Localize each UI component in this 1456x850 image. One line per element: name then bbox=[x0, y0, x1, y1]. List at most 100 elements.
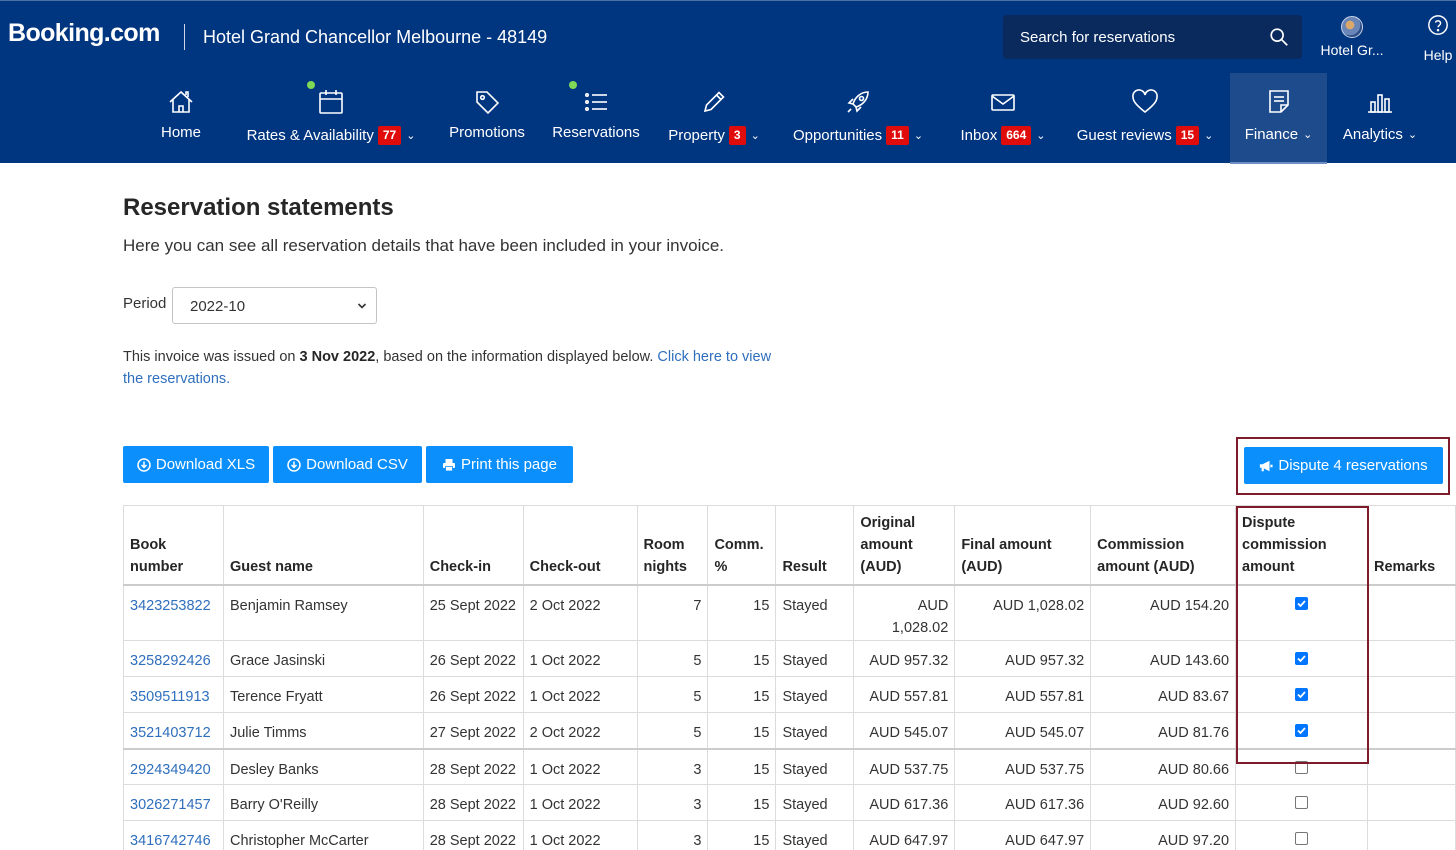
print-button[interactable]: Print this page bbox=[426, 446, 573, 483]
col-original-amount[interactable]: Original amount (AUD) bbox=[853, 505, 956, 585]
nav-property-label: Property bbox=[668, 127, 725, 144]
room-nights: 3 bbox=[636, 784, 709, 821]
account-label: Hotel Gr... bbox=[1320, 42, 1384, 58]
search-icon[interactable] bbox=[1268, 26, 1290, 48]
room-nights: 5 bbox=[636, 712, 709, 749]
nav-analytics[interactable]: Analytics ⌄ bbox=[1336, 73, 1424, 164]
dispute-checkbox[interactable] bbox=[1295, 796, 1308, 809]
guest-name: Benjamin Ramsey bbox=[222, 584, 424, 641]
nav-inbox[interactable]: Inbox 664 ⌄ bbox=[950, 73, 1056, 164]
invoice-info: This invoice was issued on 3 Nov 2022, b… bbox=[123, 346, 773, 390]
table-row: 3258292426 Grace Jasinski 26 Sept 2022 1 Oc… bbox=[123, 640, 1456, 677]
dispute-reservations-button[interactable]: Dispute 4 reservations bbox=[1244, 447, 1443, 484]
dispute-cell bbox=[1235, 584, 1368, 641]
dispute-cell bbox=[1235, 712, 1368, 749]
check-out-date: 1 Oct 2022 bbox=[522, 640, 638, 677]
heart-icon bbox=[1132, 89, 1158, 114]
final-amount: AUD 537.75 bbox=[954, 747, 1092, 785]
nav-promotions[interactable]: Promotions bbox=[442, 73, 532, 164]
nav-guest-reviews[interactable]: Guest reviews 15 ⌄ bbox=[1070, 73, 1220, 164]
original-amount: AUD 545.07 bbox=[853, 712, 956, 749]
dispute-checkbox[interactable] bbox=[1295, 596, 1308, 610]
nav-finance[interactable]: Finance ⌄ bbox=[1230, 73, 1327, 164]
book-number-link[interactable]: 3258292426 bbox=[123, 640, 224, 677]
col-commission-amount[interactable]: Commission amount (AUD) bbox=[1090, 505, 1237, 585]
book-number-link[interactable]: 3026271457 bbox=[123, 784, 224, 821]
col-book-number[interactable]: Book number bbox=[123, 505, 224, 585]
envelope-icon bbox=[991, 94, 1015, 111]
booking-logo[interactable]: Booking.com bbox=[8, 19, 160, 48]
book-number-link[interactable]: 3423253822 bbox=[123, 584, 224, 641]
remarks-cell bbox=[1366, 640, 1456, 677]
download-csv-button[interactable]: Download CSV bbox=[273, 446, 422, 483]
account-menu[interactable]: Hotel Gr... bbox=[1312, 11, 1392, 66]
nav-home[interactable]: Home bbox=[150, 73, 212, 164]
book-number-link[interactable]: 3509511913 bbox=[123, 676, 224, 713]
col-guest-name[interactable]: Guest name bbox=[222, 505, 424, 585]
remarks-cell bbox=[1366, 820, 1456, 850]
commission-amount: AUD 81.76 bbox=[1090, 712, 1237, 749]
tag-icon bbox=[476, 91, 500, 115]
document-icon bbox=[1268, 90, 1289, 113]
original-amount: AUD 647.97 bbox=[853, 820, 956, 850]
page-description: Here you can see all reservation details… bbox=[123, 236, 725, 255]
nav-reviews-label: Guest reviews bbox=[1076, 127, 1172, 144]
book-number-link[interactable]: 3521403712 bbox=[123, 712, 224, 749]
nav-opportunities[interactable]: Opportunities 11 ⌄ bbox=[784, 73, 932, 164]
dispute-checkbox[interactable] bbox=[1295, 724, 1308, 737]
dispute-checkbox[interactable] bbox=[1295, 652, 1308, 665]
nav-home-label: Home bbox=[160, 124, 201, 141]
dispute-checkbox[interactable] bbox=[1295, 688, 1308, 701]
guest-name: Barry O'Reilly bbox=[222, 784, 424, 821]
dispute-checkbox[interactable] bbox=[1295, 832, 1308, 845]
table-row: 3026271457 Barry O'Reilly 28 Sept 2022 1 Oc… bbox=[123, 784, 1456, 821]
help-button[interactable]: Help bbox=[1416, 11, 1456, 63]
final-amount: AUD 545.07 bbox=[954, 712, 1092, 749]
nav-rates-availability[interactable]: Rates & Availability 77 ⌄ bbox=[236, 73, 426, 164]
commission-percent: 15 bbox=[707, 784, 777, 821]
search-reservations-input[interactable]: Search for reservations bbox=[1003, 15, 1302, 59]
chevron-down-icon: ⌄ bbox=[1204, 130, 1214, 142]
table-row: 3521403712 Julie Timms 27 Sept 2022 2 Oct 2… bbox=[123, 712, 1456, 749]
notification-dot bbox=[569, 81, 577, 89]
room-nights: 3 bbox=[636, 747, 709, 785]
result: Stayed bbox=[775, 712, 855, 749]
commission-amount: AUD 92.60 bbox=[1090, 784, 1237, 821]
nav-analytics-label: Analytics bbox=[1342, 126, 1403, 143]
room-nights: 7 bbox=[636, 584, 709, 641]
hotel-name: Hotel Grand Chancellor Melbourne - 48149 bbox=[203, 27, 548, 47]
download-xls-button[interactable]: Download XLS bbox=[123, 446, 269, 483]
nav-reservations[interactable]: Reservations bbox=[548, 73, 644, 164]
check-out-date: 1 Oct 2022 bbox=[522, 676, 638, 713]
nav-rates-label: Rates & Availability bbox=[246, 127, 374, 144]
check-out-date: 2 Oct 2022 bbox=[522, 584, 638, 641]
download-xls-label: Download XLS bbox=[155, 456, 256, 473]
col-check-out[interactable]: Check-out bbox=[522, 505, 638, 585]
search-placeholder: Search for reservations bbox=[1020, 29, 1176, 46]
col-room-nights[interactable]: Room nights bbox=[636, 505, 709, 585]
chevron-down-icon: ⌄ bbox=[750, 130, 760, 142]
book-number-link[interactable]: 3416742746 bbox=[123, 820, 224, 850]
original-amount: AUD 957.32 bbox=[853, 640, 956, 677]
commission-percent: 15 bbox=[707, 584, 777, 641]
help-label: Help bbox=[1423, 47, 1453, 63]
calendar-icon bbox=[319, 90, 343, 114]
period-select[interactable]: 2022-10 bbox=[172, 287, 377, 324]
commission-amount: AUD 154.20 bbox=[1090, 584, 1237, 641]
col-result[interactable]: Result bbox=[775, 505, 855, 585]
col-final-amount[interactable]: Final amount (AUD) bbox=[954, 505, 1092, 585]
nav-property[interactable]: Property 3 ⌄ bbox=[660, 73, 768, 164]
original-amount: AUD 617.36 bbox=[853, 784, 956, 821]
book-number-link[interactable]: 2924349420 bbox=[123, 747, 224, 785]
dispute-checkbox[interactable] bbox=[1295, 760, 1308, 774]
col-check-in[interactable]: Check-in bbox=[422, 505, 524, 585]
col-comm[interactable]: Comm. % bbox=[707, 505, 777, 585]
invoice-date: 3 Nov 2022 bbox=[299, 349, 376, 365]
room-nights: 3 bbox=[636, 820, 709, 850]
check-in-date: 26 Sept 2022 bbox=[422, 640, 524, 677]
logo-divider bbox=[184, 24, 185, 50]
chevron-down-icon: ⌄ bbox=[1036, 130, 1046, 142]
guest-name: Grace Jasinski bbox=[222, 640, 424, 677]
home-icon bbox=[169, 90, 193, 113]
commission-amount: AUD 80.66 bbox=[1090, 747, 1237, 785]
